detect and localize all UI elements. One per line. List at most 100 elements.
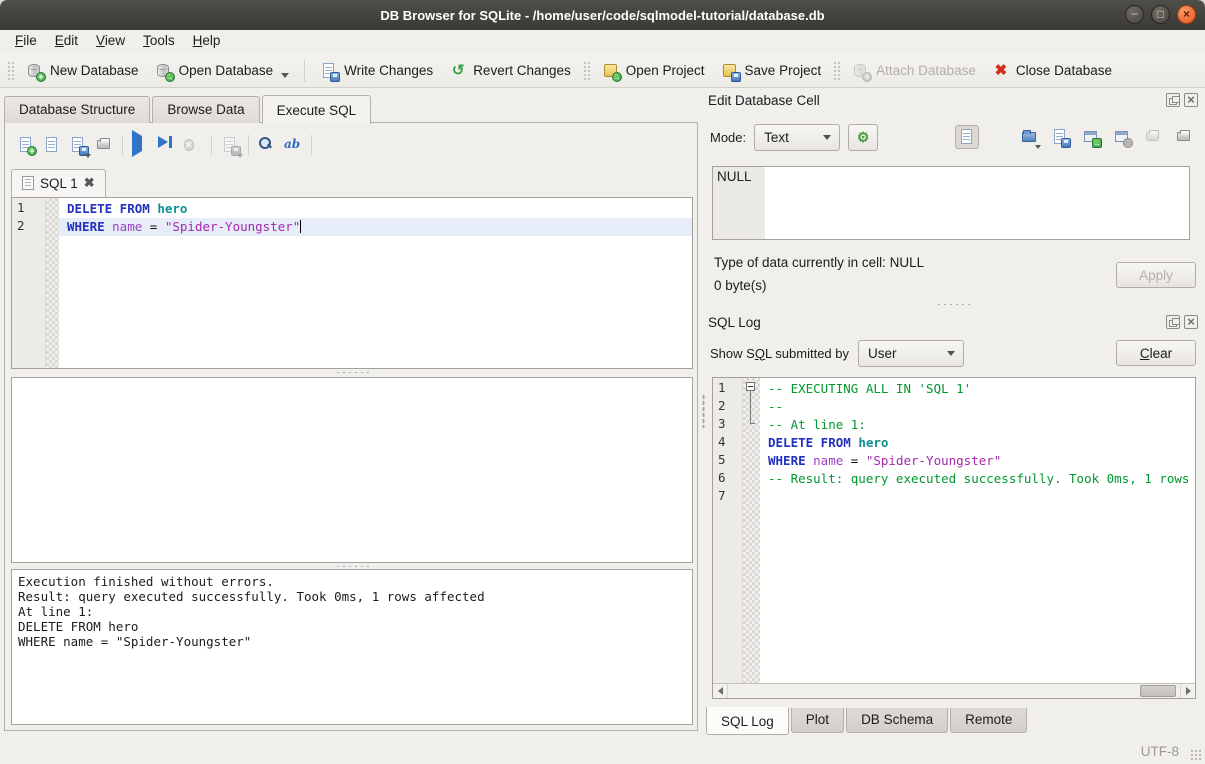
tab-browse-data[interactable]: Browse Data	[152, 96, 259, 123]
tab-db-schema[interactable]: DB Schema	[846, 708, 948, 733]
log-line: DELETE FROM hero	[760, 434, 1195, 452]
wrap-icon	[321, 136, 339, 154]
print-button[interactable]	[91, 132, 117, 158]
doc-plus-icon	[17, 136, 35, 154]
execute-all-button[interactable]	[128, 132, 154, 158]
toolbar-grip	[833, 61, 840, 81]
export-data-button[interactable]	[1048, 125, 1072, 149]
tab-sql-log[interactable]: SQL Log	[706, 707, 789, 735]
print-icon	[95, 136, 113, 154]
toolbar-separator	[304, 60, 305, 82]
print-cell-button[interactable]	[1172, 125, 1196, 149]
open-project-label: Open Project	[626, 63, 705, 78]
menu-file[interactable]: File	[6, 30, 46, 54]
word-wrap-button[interactable]	[986, 125, 1010, 149]
dropdown-arrow-icon[interactable]	[281, 73, 289, 78]
code-token: DELETE FROM	[768, 435, 858, 450]
stop-execution-button[interactable]: ✕	[180, 132, 206, 158]
window-link-icon	[1113, 128, 1131, 146]
submitter-combobox[interactable]: User	[858, 340, 964, 367]
message-line: At line 1:	[18, 604, 686, 619]
sql-log-filter-row: Show SQL submitted by User Clear	[710, 338, 1196, 368]
code-line: DELETE FROM hero	[59, 200, 692, 218]
save-sql-file-button[interactable]	[65, 132, 91, 158]
tab-remote[interactable]: Remote	[950, 708, 1027, 733]
line-number: 2	[713, 398, 742, 416]
open-external-button[interactable]	[1079, 125, 1103, 149]
minimize-button[interactable]: −	[1125, 5, 1144, 24]
close-database-button[interactable]: ✖Close Database	[984, 58, 1120, 84]
float-panel-icon[interactable]	[1166, 93, 1180, 107]
apply-button[interactable]: Apply	[1116, 262, 1196, 288]
code-token: hero	[858, 435, 888, 450]
sql-editor[interactable]: 12 DELETE FROM heroWHERE name = "Spider-…	[11, 197, 693, 369]
save-project-label: Save Project	[745, 63, 822, 78]
execution-messages[interactable]: Execution finished without errors.Result…	[11, 569, 693, 725]
tab-database-structure[interactable]: Database Structure	[4, 96, 150, 123]
attach-database-label: Attach Database	[876, 63, 976, 78]
copy-link-button[interactable]	[1110, 125, 1134, 149]
close-panel-icon[interactable]	[1184, 315, 1198, 329]
execute-current-line-button[interactable]	[154, 132, 180, 158]
close-database-label: Close Database	[1016, 63, 1112, 78]
close-tab-icon[interactable]: ✖	[84, 175, 95, 191]
attach-database-button[interactable]: Attach Database	[844, 58, 984, 84]
tab-plot[interactable]: Plot	[791, 708, 844, 733]
write-changes-icon	[320, 62, 338, 80]
code-token: -- Result: query executed successfully. …	[768, 471, 1195, 486]
cell-value-editor[interactable]: NULL	[712, 166, 1190, 240]
auto-switch-mode-button[interactable]: ⚙	[848, 124, 878, 151]
import-data-button[interactable]	[1017, 125, 1041, 149]
word-case-button[interactable]: ab	[280, 132, 306, 158]
line-number: 3	[713, 416, 742, 434]
editor-code-area[interactable]: DELETE FROM heroWHERE name = "Spider-You…	[59, 198, 692, 368]
dock-tab-bar: SQL LogPlotDB SchemaRemote	[706, 708, 1200, 736]
fold-marker[interactable]	[743, 378, 760, 396]
log-horizontal-scrollbar[interactable]	[713, 683, 1195, 698]
close-button[interactable]: ×	[1177, 5, 1196, 24]
editor-results-splitter[interactable]	[11, 369, 693, 375]
open-project-button[interactable]: Open Project	[594, 58, 713, 84]
float-panel-icon[interactable]	[1166, 315, 1180, 329]
revert-changes-button[interactable]: ↺Revert Changes	[441, 58, 579, 84]
set-null-button[interactable]	[1141, 125, 1165, 149]
scroll-right-icon[interactable]	[1180, 684, 1195, 698]
tab-execute-sql[interactable]: Execute SQL	[262, 95, 372, 124]
save-results-button[interactable]	[217, 132, 243, 158]
dock-splitter[interactable]	[706, 300, 1200, 308]
write-changes-button[interactable]: Write Changes	[312, 58, 441, 84]
menu-view[interactable]: View	[87, 30, 134, 54]
clear-log-button[interactable]: Clear	[1116, 340, 1196, 366]
results-grid[interactable]	[11, 377, 693, 563]
edit-cell-icon-bar	[955, 125, 1196, 149]
log-line: -- At line 1:	[760, 416, 1195, 434]
new-database-button[interactable]: New Database	[18, 58, 147, 84]
save-project-icon	[721, 62, 739, 80]
toolbar-grip	[583, 61, 590, 81]
open-sql-file-button[interactable]	[39, 132, 65, 158]
maximize-button[interactable]: □	[1151, 5, 1170, 24]
open-database-button[interactable]: Open Database	[147, 58, 298, 84]
text-mode-button[interactable]	[955, 125, 979, 149]
edit-cell-title: Edit Database Cell	[708, 93, 1162, 108]
collapse-icon[interactable]	[746, 382, 755, 391]
menu-help[interactable]: Help	[184, 30, 230, 54]
edit-cell-header: Edit Database Cell	[706, 90, 1200, 110]
find-button[interactable]	[254, 132, 280, 158]
scroll-left-icon[interactable]	[713, 684, 728, 698]
save-doc-icon	[69, 136, 87, 154]
sql-log-view[interactable]: 1234567 -- EXECUTING ALL IN 'SQL 1'---- …	[712, 377, 1196, 699]
open-plain-doc-icon	[958, 128, 976, 146]
new-sql-tab-button[interactable]	[13, 132, 39, 158]
menu-tools[interactable]: Tools	[134, 30, 184, 54]
resize-grip-icon[interactable]	[1190, 749, 1202, 761]
line-number: 7	[713, 488, 742, 506]
format-sql-button[interactable]	[317, 132, 343, 158]
tab-sql-1[interactable]: SQL 1 ✖	[11, 169, 106, 197]
window-controls: −□ ×	[1125, 5, 1196, 24]
save-project-button[interactable]: Save Project	[713, 58, 830, 84]
close-panel-icon[interactable]	[1184, 93, 1198, 107]
menu-edit[interactable]: Edit	[46, 30, 87, 54]
scrollbar-thumb[interactable]	[1140, 685, 1176, 697]
mode-combobox[interactable]: Text	[754, 124, 840, 151]
